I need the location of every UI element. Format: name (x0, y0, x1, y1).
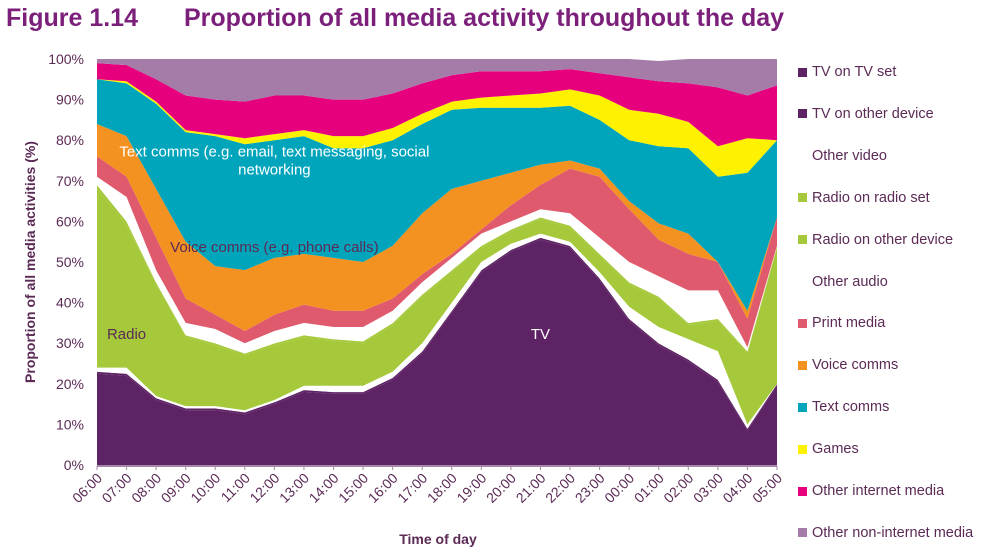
x-tick-label: 13:00 (276, 470, 312, 506)
legend-label: Radio on other device (812, 231, 954, 248)
y-tick-label: 0% (64, 457, 84, 473)
y-tick-label: 20% (56, 376, 84, 392)
y-tick-label: 50% (56, 254, 84, 270)
x-tick-label: 09:00 (158, 470, 194, 506)
y-tick-label: 10% (56, 416, 84, 432)
legend-swatch (798, 360, 807, 370)
x-tick-label: 21:00 (513, 470, 549, 506)
legend-label: Other video (812, 147, 887, 164)
x-tick-label: 22:00 (542, 470, 578, 506)
y-tick-label: 100% (48, 51, 84, 67)
x-tick-label: 05:00 (749, 470, 785, 506)
x-tick-label: 23:00 (572, 470, 608, 506)
x-tick-label: 11:00 (218, 470, 254, 506)
x-tick-label: 10:00 (187, 470, 223, 506)
x-axis-label: Time of day (399, 531, 477, 547)
legend-swatch (798, 277, 807, 286)
x-tick-label: 04:00 (719, 470, 755, 506)
y-tick-label: 60% (56, 213, 84, 229)
legend-item-radio-on-other-device: Radio on other device (798, 230, 953, 250)
legend-label: TV on other device (812, 105, 934, 122)
legend-label: Other non-internet media (812, 524, 974, 541)
legend-item-other-audio: Other audio (798, 272, 888, 292)
y-tick-label: 40% (56, 295, 84, 311)
legend-swatch (798, 151, 807, 160)
x-tick-label: 03:00 (690, 470, 726, 506)
legend-swatch (798, 528, 807, 538)
legend-swatch (798, 193, 807, 203)
area-layers (96, 59, 778, 465)
x-tick-label: 17:00 (394, 470, 430, 506)
x-tick-label: 08:00 (128, 470, 164, 506)
annotation-label: Voice comms (e.g. phone calls) (170, 239, 378, 256)
legend-label: Voice comms (812, 357, 899, 374)
legend-item-tv-on-other-device: TV on other device (798, 104, 934, 124)
legend-item-radio-on-radio-set: Radio on radio set (798, 188, 930, 208)
legend-item-print-media: Print media (798, 313, 885, 333)
x-tick-label: 14:00 (306, 470, 342, 506)
legend-swatch (798, 318, 807, 328)
x-tick-label: 06:00 (69, 470, 105, 506)
legend-label: Print media (812, 315, 886, 332)
x-tick-label: 20:00 (483, 470, 519, 506)
legend-swatch (798, 444, 807, 454)
annotation-label: TV (531, 326, 550, 343)
x-tick-label: 19:00 (453, 470, 489, 506)
y-tick-label: 80% (56, 132, 84, 148)
x-tick-label: 16:00 (365, 470, 401, 506)
x-tick-label: 12:00 (246, 470, 282, 506)
x-tick-label: 07:00 (99, 470, 135, 506)
x-tick-label: 15:00 (335, 470, 371, 506)
annotation-label: networking (238, 162, 311, 179)
legend-label: TV on TV set (812, 64, 897, 80)
legend-item-games: Games (798, 439, 859, 459)
legend-label: Radio on radio set (812, 189, 930, 206)
legend-swatch (798, 486, 807, 496)
legend-swatch (798, 109, 807, 119)
x-tick-label: 01:00 (631, 470, 667, 506)
x-tick-label: 02:00 (660, 470, 696, 506)
legend-item-tv-on-tv-set: TV on TV set (798, 62, 896, 82)
annotation-label: Text comms (e.g. email, text messaging, … (119, 143, 429, 160)
legend-item-other-non-internet-media: Other non-internet media (798, 523, 973, 543)
legend-swatch (798, 402, 807, 412)
y-tick-label: 30% (56, 335, 84, 351)
x-tick-label: 00:00 (601, 470, 637, 506)
legend-item-text-comms: Text comms (798, 397, 889, 417)
legend-label: Text comms (812, 399, 890, 416)
legend-item-voice-comms: Voice comms (798, 355, 898, 375)
legend-item-other-video: Other video (798, 146, 887, 166)
legend-label: Games (812, 441, 859, 458)
x-tick-label: 18:00 (424, 470, 460, 506)
y-tick-label: 70% (56, 173, 84, 189)
legend-swatch (798, 67, 807, 77)
y-axis-label: Proportion of all media activities (%) (22, 141, 38, 383)
legend-label: Other audio (812, 273, 888, 290)
annotation-label: Radio (107, 326, 146, 343)
legend-item-other-internet-media: Other internet media (798, 481, 944, 501)
legend-swatch (798, 235, 807, 245)
y-tick-label: 90% (56, 92, 84, 108)
legend-label: Other internet media (812, 483, 945, 499)
